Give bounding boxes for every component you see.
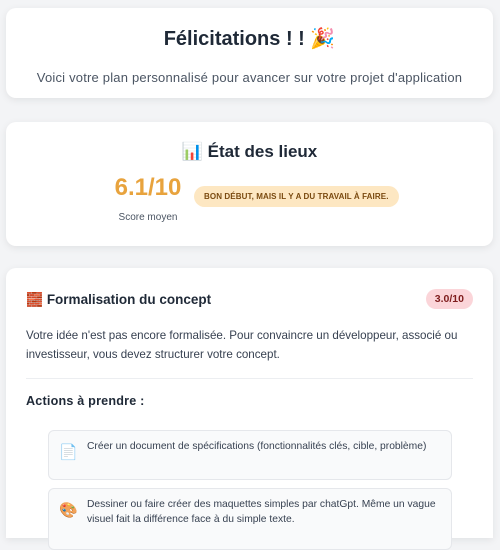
action-item: 🎨 Dessiner ou faire créer des maquettes … <box>48 488 452 550</box>
action-text: Créer un document de spécifications (fon… <box>87 441 427 452</box>
brick-icon: 🧱 <box>26 292 43 307</box>
actions-title: Actions à prendre : <box>26 394 145 408</box>
section-score-badge: 3.0/10 <box>425 289 473 309</box>
action-item: 📄 Créer un document de spécifications (f… <box>48 430 452 480</box>
verdict-badge: BON DÉBUT, MAIS IL Y A DU TRAVAIL À FAIR… <box>194 186 399 207</box>
state-card: 📊 État des lieux 6.1/10 Score moyen BON … <box>6 122 493 246</box>
document-icon: 📄 <box>59 444 78 461</box>
divider <box>26 378 473 379</box>
concept-section-card: 🧱 Formalisation du concept 3.0/10 Votre i… <box>6 268 493 550</box>
section-description: Votre idée n'est pas encore formalisée. … <box>26 329 458 361</box>
state-title: État des lieux <box>207 142 318 161</box>
palette-icon: 🎨 <box>59 502 78 519</box>
section-title: Formalisation du concept <box>46 292 212 307</box>
bar-chart-icon: 📊 <box>181 142 203 161</box>
action-text: Dessiner ou faire créer des maquettes si… <box>87 499 436 525</box>
state-heading: 📊 État des lieux <box>6 142 493 162</box>
congratulations-card: Félicitations ! ! 🎉 Voici votre plan per… <box>6 8 493 98</box>
page-title: Félicitations ! ! 🎉 <box>163 28 336 50</box>
section-heading: 🧱 Formalisation du concept <box>26 292 211 308</box>
page-subtitle: Voici votre plan personnalisé pour avanc… <box>36 70 463 85</box>
average-score: 6.1/10 Score moyen <box>98 174 198 223</box>
score-value: 6.1/10 <box>114 174 182 201</box>
score-label: Score moyen <box>118 212 178 223</box>
